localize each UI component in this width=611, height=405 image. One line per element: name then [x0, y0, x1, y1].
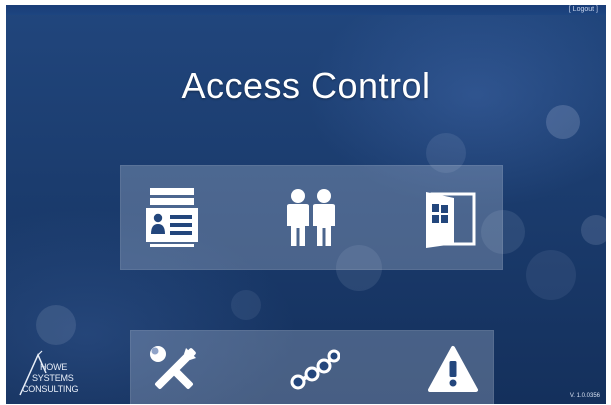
logout-link[interactable]: [ Logout ]	[569, 5, 598, 15]
bokeh-light	[581, 215, 606, 245]
logo-line-2: SYSTEMS	[32, 373, 74, 383]
credentials-tile[interactable]	[137, 183, 207, 253]
main-menu-panel	[120, 165, 503, 270]
bokeh-light	[36, 305, 76, 345]
setup-tile[interactable]	[139, 335, 209, 404]
secondary-menu-panel	[130, 330, 494, 404]
company-logo: HOWE SYSTEMS CONSULTING	[16, 347, 106, 403]
connections-icon	[290, 349, 340, 390]
id-card-stack-icon	[146, 188, 198, 247]
people-tile[interactable]	[276, 183, 346, 253]
app-screen: [ Logout ] Access Control HOWE SYSTEMS C…	[6, 5, 606, 404]
logo-line-3: CONSULTING	[22, 384, 79, 394]
connections-tile[interactable]	[279, 335, 349, 404]
doors-tile[interactable]	[416, 183, 486, 253]
bokeh-light	[231, 290, 261, 320]
door-icon	[426, 192, 476, 248]
top-bar: [ Logout ]	[6, 5, 606, 15]
bokeh-light	[546, 105, 580, 139]
alerts-tile[interactable]	[418, 335, 488, 404]
tools-icon	[150, 346, 196, 389]
bokeh-light	[526, 250, 576, 300]
people-icon	[287, 189, 335, 246]
warning-icon	[428, 346, 478, 392]
page-title: Access Control	[181, 65, 431, 106]
logo-line-1: HOWE	[40, 362, 68, 372]
version-label: V. 1.0.0356	[569, 393, 600, 399]
